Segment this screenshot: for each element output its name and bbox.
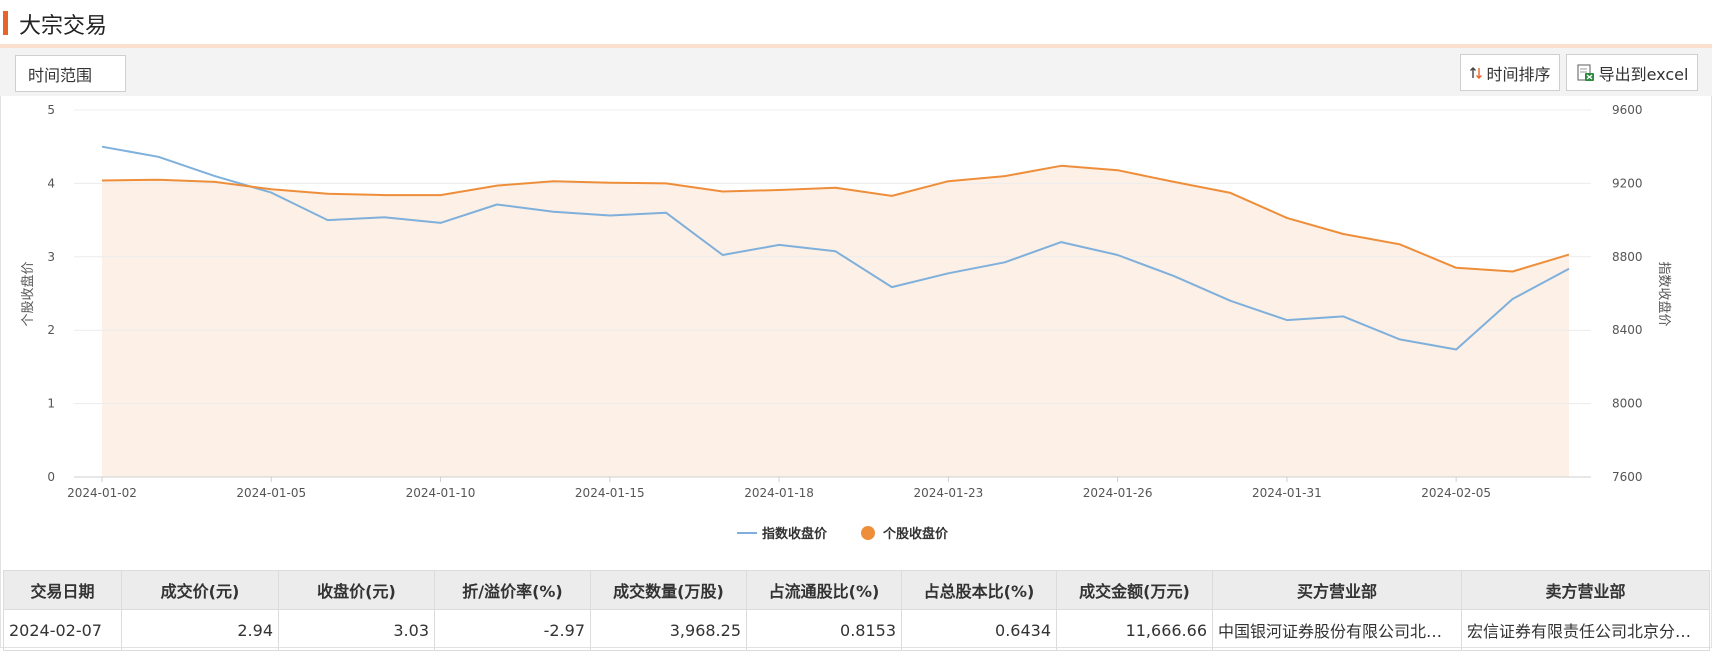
series-area	[102, 165, 1569, 478]
x-tick-label: 2024-01-26	[1083, 486, 1153, 500]
export-excel-button[interactable]: 导出到excel	[1566, 54, 1698, 91]
cell-amount: 11,666.66	[1056, 609, 1213, 651]
time-sort-label: 时间排序	[1486, 64, 1551, 84]
y-left-tick-label: 0	[47, 470, 55, 484]
cell-seller: 宏信证券有限责任公司北京分公司	[1461, 609, 1710, 651]
header-seller[interactable]: 卖方营业部	[1461, 570, 1710, 610]
time-sort-button[interactable]: 时间排序	[1460, 54, 1560, 91]
y-right-tick-label: 9600	[1612, 103, 1643, 117]
x-tick-label: 2024-01-23	[913, 486, 983, 500]
header-trade-date[interactable]: 交易日期	[3, 570, 122, 610]
block-trade-table: 交易日期 成交价(元) 收盘价(元) 折/溢价率(%) 成交数量(万股) 占流通…	[3, 570, 1710, 651]
header-premium-rate[interactable]: 折/溢价率(%)	[434, 570, 591, 610]
chart-canvas: 012345760080008400880092009600个股收盘价 指数收盘价…	[20, 103, 1672, 542]
x-tick-label: 2024-01-15	[575, 486, 645, 500]
x-tick-label: 2024-01-05	[236, 486, 306, 500]
y-right-axis-title: 指数收盘价	[1656, 261, 1672, 326]
y-left-tick-label: 1	[47, 397, 55, 411]
cell-premium-rate: -2.97	[434, 609, 591, 651]
header-close-price[interactable]: 收盘价(元)	[278, 570, 435, 610]
y-right-tick-label: 8400	[1612, 323, 1643, 337]
y-right-tick-label: 8000	[1612, 397, 1643, 411]
export-excel-label: 导出到excel	[1598, 64, 1689, 84]
cell-deal-price: 2.94	[121, 609, 279, 651]
x-tick-label: 2024-01-02	[67, 486, 137, 500]
page-title: 大宗交易	[19, 14, 108, 39]
cell-trade-date: 2024-02-07	[3, 609, 122, 651]
cell-total-ratio: 0.6434	[901, 609, 1057, 651]
y-left-axis-title: 个股收盘价	[20, 261, 36, 326]
legend-label: 指数收盘价	[762, 526, 828, 542]
cell-float-ratio: 0.8153	[746, 609, 902, 651]
cell-buyer: 中国银河证券股份有限公司北京中关村大街证券营业部	[1212, 609, 1462, 651]
y-left-tick-label: 4	[47, 176, 55, 190]
time-range-label: 时间范围	[28, 65, 93, 85]
y-left-tick-label: 3	[47, 250, 55, 264]
header-volume[interactable]: 成交数量(万股)	[590, 570, 747, 610]
y-right-tick-label: 9200	[1612, 176, 1643, 190]
y-left-tick-label: 5	[47, 103, 55, 117]
header-total-ratio[interactable]: 占总股本比(%)	[901, 570, 1057, 610]
x-tick-label: 2024-02-05	[1421, 486, 1491, 500]
title-bar: 大宗交易	[0, 0, 1712, 44]
y-right-tick-label: 7600	[1612, 470, 1643, 484]
x-tick-label: 2024-01-10	[406, 486, 476, 500]
toolbar: 时间范围 时间排序 导出到excel	[0, 48, 1712, 96]
header-deal-price[interactable]: 成交价(元)	[121, 570, 279, 610]
x-tick-label: 2024-01-31	[1252, 486, 1322, 500]
title-accent-bar	[3, 11, 8, 35]
time-range-button[interactable]: 时间范围	[15, 55, 126, 92]
header-float-ratio[interactable]: 占流通股比(%)	[746, 570, 902, 610]
cell-close-price: 3.03	[278, 609, 435, 651]
sort-arrows-icon	[1469, 66, 1483, 80]
header-buyer[interactable]: 买方营业部	[1212, 570, 1462, 610]
trade-table-wrapper: 交易日期 成交价(元) 收盘价(元) 折/溢价率(%) 成交数量(万股) 占流通…	[3, 570, 1710, 651]
header-amount[interactable]: 成交金额(万元)	[1056, 570, 1213, 610]
table-header-row: 交易日期 成交价(元) 收盘价(元) 折/溢价率(%) 成交数量(万股) 占流通…	[3, 570, 1710, 610]
x-tick-label: 2024-01-18	[744, 486, 814, 500]
y-left-tick-label: 2	[47, 323, 55, 337]
table-row: 2024-02-07 2.94 3.03 -2.97 3,968.25 0.81…	[3, 609, 1710, 651]
cell-volume: 3,968.25	[590, 609, 747, 651]
legend-label: 个股收盘价	[882, 526, 949, 542]
legend-dot-marker	[861, 526, 875, 540]
excel-export-icon	[1576, 63, 1596, 83]
price-chart: 0 1 2 3 4 5 7600 8000 8400 8800 9200 9600 个股收盘价 指数收盘价…	[0, 96, 1712, 566]
y-right-tick-label: 8800	[1612, 250, 1643, 264]
